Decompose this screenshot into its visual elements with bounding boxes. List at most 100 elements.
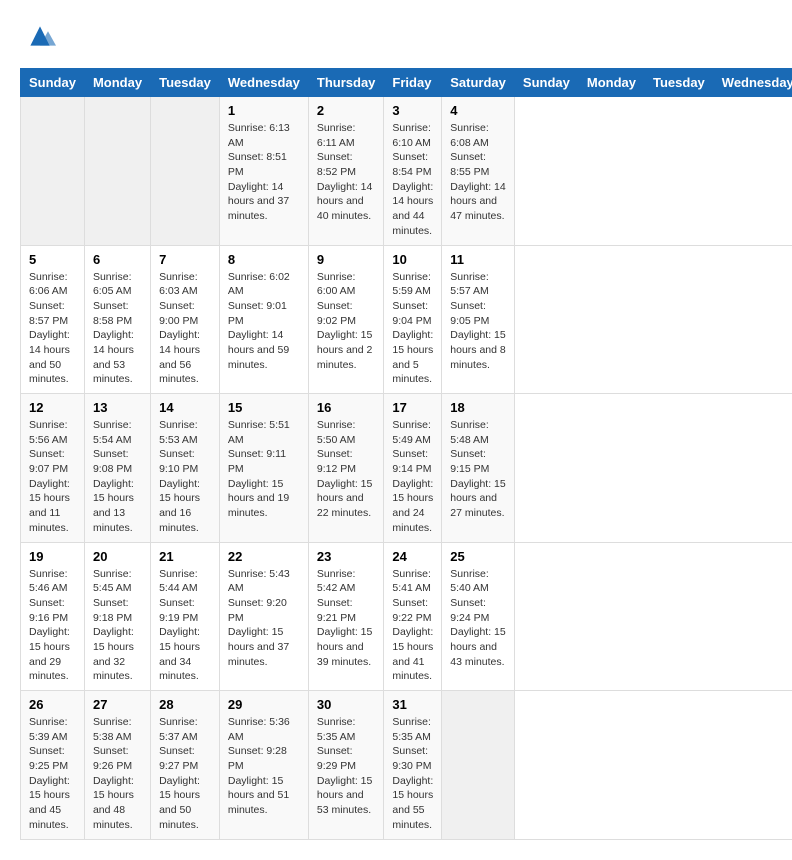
day-number: 5 bbox=[29, 252, 76, 267]
day-info: Sunrise: 6:06 AM Sunset: 8:57 PM Dayligh… bbox=[29, 270, 76, 388]
day-info: Sunrise: 5:43 AM Sunset: 9:20 PM Dayligh… bbox=[228, 567, 300, 670]
day-number: 29 bbox=[228, 697, 300, 712]
day-number: 9 bbox=[317, 252, 376, 267]
day-info: Sunrise: 5:35 AM Sunset: 9:29 PM Dayligh… bbox=[317, 715, 376, 818]
day-number: 15 bbox=[228, 400, 300, 415]
day-cell: 14 Sunrise: 5:53 AM Sunset: 9:10 PM Dayli… bbox=[151, 394, 220, 543]
day-cell: 27 Sunrise: 5:38 AM Sunset: 9:26 PM Dayli… bbox=[84, 691, 150, 840]
column-header-tuesday: Tuesday bbox=[151, 69, 220, 97]
day-number: 12 bbox=[29, 400, 76, 415]
logo bbox=[20, 20, 56, 52]
calendar-header-row: SundayMondayTuesdayWednesdayThursdayFrid… bbox=[21, 69, 792, 97]
day-cell: 21 Sunrise: 5:44 AM Sunset: 9:19 PM Dayli… bbox=[151, 542, 220, 691]
day-number: 23 bbox=[317, 549, 376, 564]
day-cell: 8Sunrise: 6:02 AM Sunset: 9:01 PM Daylig… bbox=[219, 245, 308, 394]
day-number: 31 bbox=[392, 697, 433, 712]
day-info: Sunrise: 5:42 AM Sunset: 9:21 PM Dayligh… bbox=[317, 567, 376, 670]
day-number: 27 bbox=[93, 697, 142, 712]
day-cell: 4Sunrise: 6:08 AM Sunset: 8:55 PM Daylig… bbox=[442, 97, 515, 246]
day-number: 13 bbox=[93, 400, 142, 415]
day-cell: 7 Sunrise: 6:03 AM Sunset: 9:00 PM Daylig… bbox=[151, 245, 220, 394]
column-header-friday: Friday bbox=[384, 69, 442, 97]
day-info: Sunrise: 5:46 AM Sunset: 9:16 PM Dayligh… bbox=[29, 567, 76, 685]
day-cell: 15 Sunrise: 5:51 AM Sunset: 9:11 PM Dayli… bbox=[219, 394, 308, 543]
day-number: 6 bbox=[93, 252, 142, 267]
day-cell: 10Sunrise: 5:59 AM Sunset: 9:04 PM Dayli… bbox=[384, 245, 442, 394]
day-info: Sunrise: 6:10 AM Sunset: 8:54 PM Dayligh… bbox=[392, 121, 433, 239]
week-row-5: 26 Sunrise: 5:39 AM Sunset: 9:25 PM Dayli… bbox=[21, 691, 792, 840]
day-info: Sunrise: 5:53 AM Sunset: 9:10 PM Dayligh… bbox=[159, 418, 211, 536]
column-header-tuesday: Tuesday bbox=[645, 69, 714, 97]
day-cell bbox=[151, 97, 220, 246]
day-cell: 17 Sunrise: 5:49 AM Sunset: 9:14 PM Dayli… bbox=[384, 394, 442, 543]
day-number: 1 bbox=[228, 103, 300, 118]
logo-icon bbox=[24, 20, 56, 52]
day-number: 26 bbox=[29, 697, 76, 712]
day-number: 24 bbox=[392, 549, 433, 564]
day-cell: 1 Sunrise: 6:13 AM Sunset: 8:51 PM Daylig… bbox=[219, 97, 308, 246]
day-cell: 26 Sunrise: 5:39 AM Sunset: 9:25 PM Dayli… bbox=[21, 691, 85, 840]
day-number: 28 bbox=[159, 697, 211, 712]
day-info: Sunrise: 5:41 AM Sunset: 9:22 PM Dayligh… bbox=[392, 567, 433, 685]
column-header-monday: Monday bbox=[578, 69, 644, 97]
day-info: Sunrise: 6:00 AM Sunset: 9:02 PM Dayligh… bbox=[317, 270, 376, 373]
day-number: 17 bbox=[392, 400, 433, 415]
day-info: Sunrise: 6:11 AM Sunset: 8:52 PM Dayligh… bbox=[317, 121, 376, 224]
column-header-monday: Monday bbox=[84, 69, 150, 97]
week-row-4: 19Sunrise: 5:46 AM Sunset: 9:16 PM Dayli… bbox=[21, 542, 792, 691]
day-cell: 13Sunrise: 5:54 AM Sunset: 9:08 PM Dayli… bbox=[84, 394, 150, 543]
column-header-sunday: Sunday bbox=[21, 69, 85, 97]
day-number: 20 bbox=[93, 549, 142, 564]
week-row-3: 12 Sunrise: 5:56 AM Sunset: 9:07 PM Dayli… bbox=[21, 394, 792, 543]
day-number: 11 bbox=[450, 252, 506, 267]
column-header-saturday: Saturday bbox=[442, 69, 515, 97]
day-number: 7 bbox=[159, 252, 211, 267]
day-cell: 31 Sunrise: 5:35 AM Sunset: 9:30 PM Dayli… bbox=[384, 691, 442, 840]
day-info: Sunrise: 6:05 AM Sunset: 8:58 PM Dayligh… bbox=[93, 270, 142, 388]
day-cell: 25 Sunrise: 5:40 AM Sunset: 9:24 PM Dayli… bbox=[442, 542, 515, 691]
day-number: 4 bbox=[450, 103, 506, 118]
day-info: Sunrise: 5:35 AM Sunset: 9:30 PM Dayligh… bbox=[392, 715, 433, 833]
week-row-2: 5 Sunrise: 6:06 AM Sunset: 8:57 PM Daylig… bbox=[21, 245, 792, 394]
day-cell: 18Sunrise: 5:48 AM Sunset: 9:15 PM Dayli… bbox=[442, 394, 515, 543]
day-cell: 9 Sunrise: 6:00 AM Sunset: 9:02 PM Daylig… bbox=[308, 245, 384, 394]
day-cell: 22 Sunrise: 5:43 AM Sunset: 9:20 PM Dayli… bbox=[219, 542, 308, 691]
day-info: Sunrise: 5:37 AM Sunset: 9:27 PM Dayligh… bbox=[159, 715, 211, 833]
page-header bbox=[20, 20, 772, 52]
day-info: Sunrise: 6:03 AM Sunset: 9:00 PM Dayligh… bbox=[159, 270, 211, 388]
day-info: Sunrise: 5:44 AM Sunset: 9:19 PM Dayligh… bbox=[159, 567, 211, 685]
day-info: Sunrise: 5:56 AM Sunset: 9:07 PM Dayligh… bbox=[29, 418, 76, 536]
day-info: Sunrise: 5:40 AM Sunset: 9:24 PM Dayligh… bbox=[450, 567, 506, 670]
day-cell: 29 Sunrise: 5:36 AM Sunset: 9:28 PM Dayli… bbox=[219, 691, 308, 840]
day-info: Sunrise: 5:49 AM Sunset: 9:14 PM Dayligh… bbox=[392, 418, 433, 536]
day-info: Sunrise: 5:51 AM Sunset: 9:11 PM Dayligh… bbox=[228, 418, 300, 521]
day-cell bbox=[84, 97, 150, 246]
day-number: 22 bbox=[228, 549, 300, 564]
column-header-sunday: Sunday bbox=[514, 69, 578, 97]
day-number: 21 bbox=[159, 549, 211, 564]
day-info: Sunrise: 5:36 AM Sunset: 9:28 PM Dayligh… bbox=[228, 715, 300, 818]
day-number: 30 bbox=[317, 697, 376, 712]
day-number: 25 bbox=[450, 549, 506, 564]
calendar-table: SundayMondayTuesdayWednesdayThursdayFrid… bbox=[20, 68, 792, 840]
day-info: Sunrise: 5:50 AM Sunset: 9:12 PM Dayligh… bbox=[317, 418, 376, 521]
day-info: Sunrise: 6:13 AM Sunset: 8:51 PM Dayligh… bbox=[228, 121, 300, 224]
day-number: 8 bbox=[228, 252, 300, 267]
day-info: Sunrise: 5:39 AM Sunset: 9:25 PM Dayligh… bbox=[29, 715, 76, 833]
day-cell: 23 Sunrise: 5:42 AM Sunset: 9:21 PM Dayli… bbox=[308, 542, 384, 691]
day-cell: 24 Sunrise: 5:41 AM Sunset: 9:22 PM Dayli… bbox=[384, 542, 442, 691]
day-info: Sunrise: 5:38 AM Sunset: 9:26 PM Dayligh… bbox=[93, 715, 142, 833]
day-cell: 28 Sunrise: 5:37 AM Sunset: 9:27 PM Dayli… bbox=[151, 691, 220, 840]
day-number: 2 bbox=[317, 103, 376, 118]
day-cell: 6 Sunrise: 6:05 AM Sunset: 8:58 PM Daylig… bbox=[84, 245, 150, 394]
day-info: Sunrise: 5:48 AM Sunset: 9:15 PM Dayligh… bbox=[450, 418, 506, 521]
day-number: 14 bbox=[159, 400, 211, 415]
day-cell: 5 Sunrise: 6:06 AM Sunset: 8:57 PM Daylig… bbox=[21, 245, 85, 394]
day-cell: 19Sunrise: 5:46 AM Sunset: 9:16 PM Dayli… bbox=[21, 542, 85, 691]
day-cell: 2 Sunrise: 6:11 AM Sunset: 8:52 PM Daylig… bbox=[308, 97, 384, 246]
week-row-1: 1 Sunrise: 6:13 AM Sunset: 8:51 PM Daylig… bbox=[21, 97, 792, 246]
day-cell bbox=[21, 97, 85, 246]
day-number: 3 bbox=[392, 103, 433, 118]
day-cell: 16 Sunrise: 5:50 AM Sunset: 9:12 PM Dayli… bbox=[308, 394, 384, 543]
day-number: 16 bbox=[317, 400, 376, 415]
